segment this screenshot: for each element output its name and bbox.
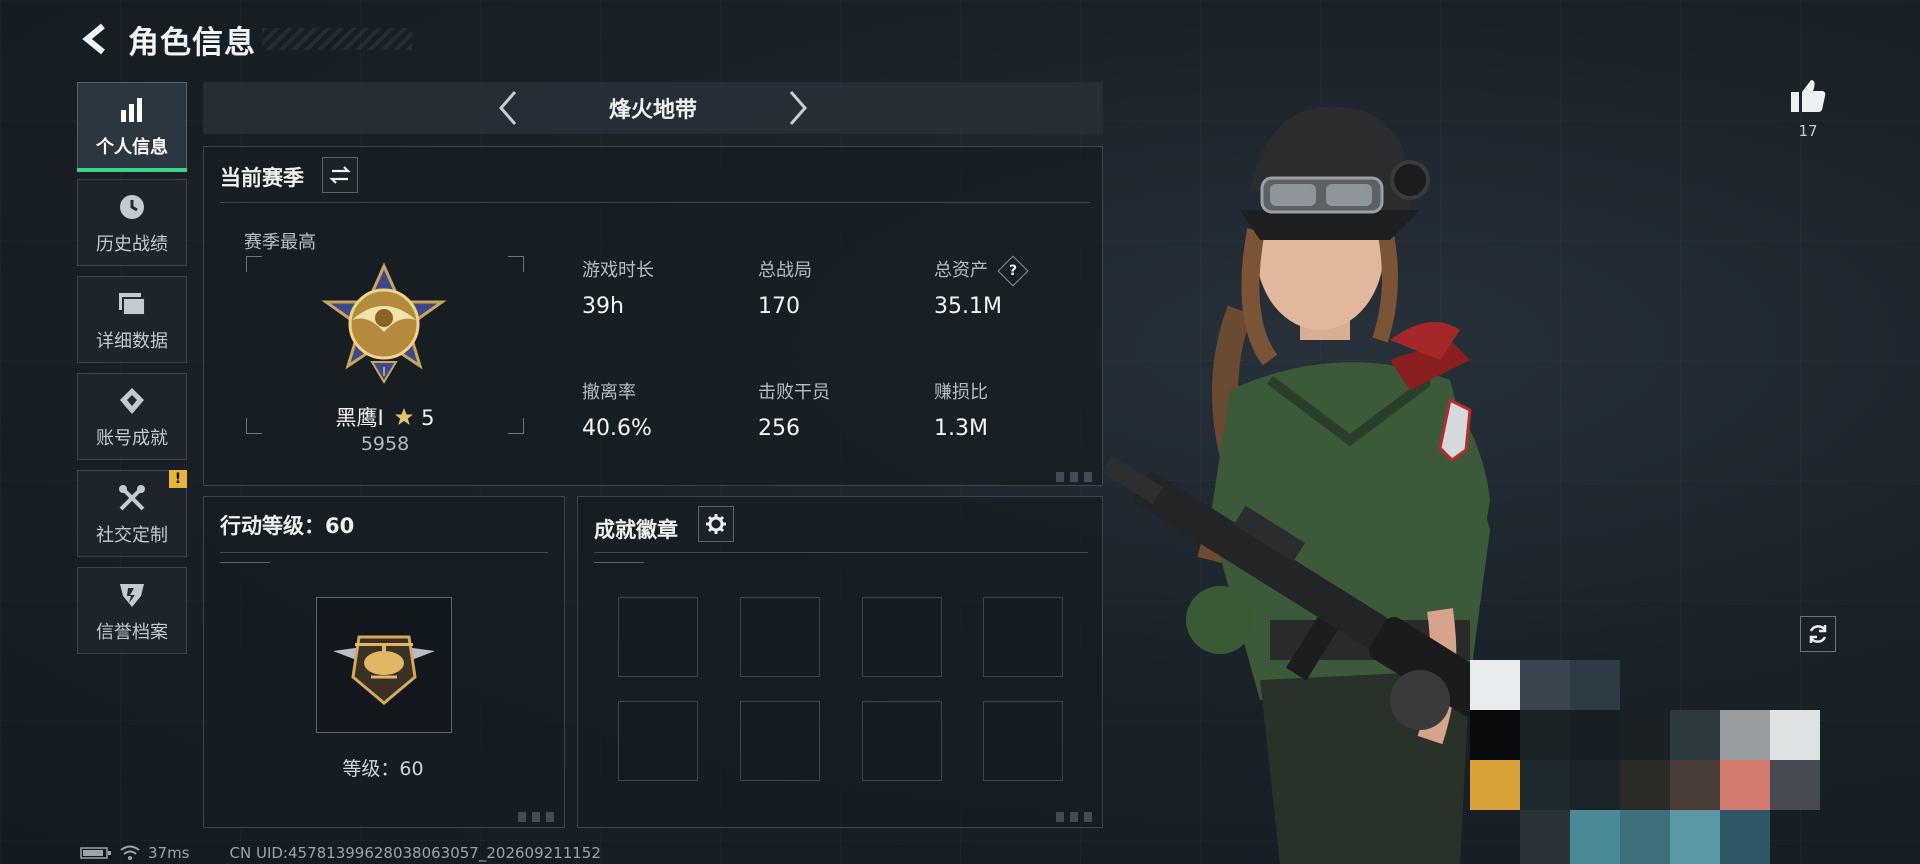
sidebar-item-label: 个人信息	[96, 136, 168, 158]
helicopter-emblem-icon	[333, 635, 435, 705]
badge-slot[interactable]	[862, 597, 942, 677]
stat-value: 35.1M	[934, 294, 1002, 319]
rank-name-text: 黑鹰I	[335, 406, 384, 430]
badge-slot[interactable]	[862, 701, 942, 781]
star-icon	[395, 408, 414, 425]
rank-name: 黑鹰I 5	[300, 402, 470, 432]
ping-value: 37ms	[148, 844, 190, 862]
badge-slot[interactable]	[983, 597, 1063, 677]
stat-value: 39h	[582, 294, 624, 319]
sidebar-item-label: 信誉档案	[96, 621, 168, 643]
alert-badge: !	[169, 470, 187, 488]
swap-icon	[329, 166, 351, 184]
sidebar-item-detailed-data[interactable]: 详细数据	[77, 276, 187, 363]
mode-name: 烽火地带	[608, 98, 697, 123]
chevron-left-icon	[499, 91, 517, 125]
mode-next-button[interactable]	[778, 88, 818, 128]
mode-selector: 烽火地带	[203, 82, 1103, 134]
stat-value: 256	[758, 416, 800, 441]
like-count: 17	[1798, 122, 1818, 140]
help-icon[interactable]: ?	[997, 255, 1029, 287]
badge-slot[interactable]	[618, 597, 698, 677]
rank-score: 5958	[360, 433, 410, 455]
rotate-model-button[interactable]	[1800, 616, 1836, 652]
sidebar-item-label: 详细数据	[96, 330, 168, 352]
uid-text: CN UID:45781399628038063057_202609211152	[229, 844, 601, 862]
stat-value: 170	[758, 294, 800, 319]
achievement-icon	[115, 384, 149, 418]
action-level-divider	[220, 552, 548, 553]
credit-icon	[115, 578, 149, 612]
clock-icon	[115, 190, 149, 224]
sidebar-item-label: 账号成就	[96, 427, 168, 449]
season-switch-button[interactable]	[322, 157, 358, 193]
stat-profit-loss-ratio: 赚损比 1.3M	[934, 378, 988, 441]
sidebar-item-label: 历史战绩	[96, 233, 168, 255]
stat-play-time: 游戏时长 39h	[582, 256, 654, 319]
badge-slot[interactable]	[618, 701, 698, 781]
back-button[interactable]	[76, 19, 116, 59]
thumbs-up-icon	[1791, 80, 1826, 112]
panel-corner-decoration	[518, 812, 558, 822]
season-divider	[220, 202, 1090, 203]
rotate-icon	[1809, 625, 1827, 643]
status-footer: 37ms CN UID:45781399628038063057_2026092…	[80, 844, 609, 862]
badges-settings-button[interactable]	[698, 506, 734, 542]
wifi-icon	[120, 845, 140, 860]
stat-label: 总战局	[758, 260, 812, 281]
stat-label: 总资产	[934, 260, 988, 281]
stat-label: 击败干员	[758, 382, 830, 403]
sidebar: 个人信息 历史战绩 详细数据 账号成就 ! 社交定制 信誉档案	[77, 82, 187, 664]
page-title: 角色信息	[128, 24, 256, 61]
sidebar-item-history[interactable]: 历史战绩	[77, 179, 187, 266]
stat-label: 撤离率	[582, 382, 636, 403]
level-text: 等级：60	[342, 758, 424, 780]
title-decoration	[262, 28, 412, 50]
rank-stars: 5	[421, 406, 435, 430]
bar-chart-icon	[115, 93, 149, 127]
gear-icon	[706, 514, 726, 534]
badges-divider-short	[594, 562, 644, 563]
level-emblem-frame	[316, 597, 452, 733]
stat-value: 40.6%	[582, 416, 652, 441]
action-level-title: 行动等级：60	[220, 514, 355, 538]
action-level-divider-short	[220, 562, 270, 563]
stat-total-assets: 总资产 ? 35.1M	[934, 255, 1029, 319]
chevron-right-icon	[789, 91, 807, 125]
sidebar-item-achievements[interactable]: 账号成就	[77, 373, 187, 460]
sidebar-item-social-custom[interactable]: ! 社交定制	[77, 470, 187, 557]
season-title: 当前赛季	[220, 166, 304, 190]
stat-label: 游戏时长	[582, 260, 654, 281]
sidebar-item-label: 社交定制	[96, 524, 168, 546]
folder-icon	[115, 287, 149, 321]
badge-slot[interactable]	[983, 701, 1063, 781]
badge-slot[interactable]	[740, 597, 820, 677]
back-arrow-icon	[82, 23, 105, 55]
badges-title: 成就徽章	[594, 518, 678, 542]
stat-extract-rate: 撤离率 40.6%	[582, 378, 652, 441]
stat-label-row: 总资产 ?	[934, 255, 1029, 287]
badges-divider	[594, 552, 1088, 553]
page-header: 角色信息	[76, 18, 412, 61]
tools-icon	[115, 481, 149, 515]
mode-prev-button[interactable]	[488, 88, 528, 128]
badge-slot[interactable]	[740, 701, 820, 781]
like-button[interactable]: 17	[1788, 78, 1828, 140]
stat-operators-defeated: 击败干员 256	[758, 378, 830, 441]
battery-icon	[80, 847, 111, 859]
sidebar-item-credit-record[interactable]: 信誉档案	[77, 567, 187, 654]
rank-emblem-icon: I	[321, 262, 447, 384]
season-best-label: 赛季最高	[244, 232, 316, 253]
stat-total-matches: 总战局 170	[758, 256, 812, 319]
sidebar-item-personal-info[interactable]: 个人信息	[77, 82, 187, 172]
svg-text:I: I	[382, 365, 386, 379]
stat-label: 赚损比	[934, 382, 988, 403]
stat-value: 1.3M	[934, 416, 988, 441]
